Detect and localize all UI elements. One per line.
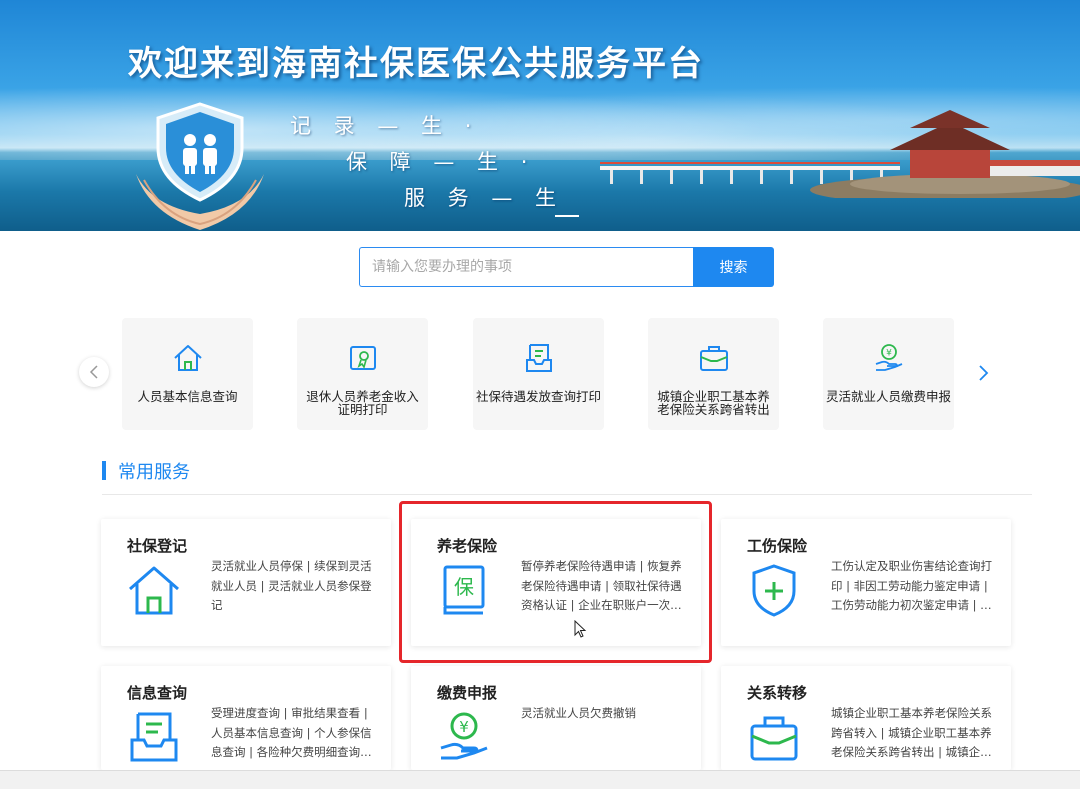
- chevron-right-icon: [979, 365, 989, 381]
- section-title: 常用服务: [118, 462, 190, 483]
- quick-link-label: 人员基本信息查询: [137, 389, 238, 404]
- service-card-transfer[interactable]: 关系转移 城镇企业职工基本养老保险关系跨省转入 | 城镇企业职工基本养老保险关系…: [721, 666, 1011, 770]
- quick-link-benefit-print[interactable]: 社保待遇发放查询打印: [473, 318, 604, 430]
- document-tray-icon: [525, 344, 552, 372]
- coin-hand-icon: ¥: [875, 344, 902, 371]
- home-icon: [173, 345, 202, 371]
- bottom-scroll-area: [0, 770, 1080, 789]
- section-divider: [102, 494, 1032, 495]
- chevron-left-icon: [89, 365, 98, 379]
- mouse-cursor-icon: [574, 620, 587, 638]
- banner-slogan-serve: 服 务 — 生: [404, 186, 565, 210]
- certificate-icon: [349, 346, 376, 370]
- service-card-work-injury[interactable]: 工伤保险 工伤认定及职业伤害结论查询打印 | 非因工劳动能力鉴定申请 | 工伤劳…: [721, 519, 1011, 646]
- document-tray-icon: [130, 712, 178, 762]
- social-security-logo: [136, 102, 264, 230]
- highlight-frame: [399, 501, 712, 663]
- service-card-title: 社保登记: [127, 537, 188, 555]
- quick-link-pension-certificate[interactable]: 退休人员养老金收入证明打印: [297, 318, 428, 430]
- svg-text:¥: ¥: [459, 718, 469, 736]
- hero-banner: 欢迎来到海南社保医保公共服务平台 记 录 — 生 · 保 障 — 生 · 服 务…: [0, 0, 1080, 231]
- pavilion-image: [810, 110, 1080, 198]
- quick-link-personal-info[interactable]: 人员基本信息查询: [122, 318, 253, 430]
- service-card-title: 工伤保险: [747, 537, 808, 555]
- search-input[interactable]: [359, 247, 693, 287]
- quick-link-label: 城镇企业职工基本养老保险关系跨省转出: [657, 389, 770, 417]
- service-card-description: 工伤认定及职业伤害结论查询打印 | 非因工劳动能力鉴定申请 | 工伤劳动能力初次…: [831, 559, 992, 612]
- service-card-description: 城镇企业职工基本养老保险关系跨省转入 | 城镇企业职工基本养老保险关系跨省转出 …: [831, 706, 992, 759]
- search-bar: 搜索: [359, 247, 774, 287]
- service-card-title: 缴费申报: [437, 684, 498, 702]
- carousel-prev-button[interactable]: [79, 357, 109, 387]
- quick-link-pension-transfer-out[interactable]: 城镇企业职工基本养老保险关系跨省转出: [648, 318, 779, 430]
- banner-slogan-protect: 保 障 — 生 ·: [346, 150, 536, 174]
- search-button[interactable]: 搜索: [693, 247, 774, 287]
- banner-slogan-record: 记 录 — 生 ·: [290, 114, 480, 138]
- service-card-description: 灵活就业人员欠费撤销: [521, 706, 636, 720]
- service-card-description: 受理进度查询 | 审批结果查看 | 人员基本信息查询 | 个人参保信息查询 | …: [211, 706, 372, 759]
- carousel-next-button[interactable]: [970, 360, 996, 386]
- service-card-description: 灵活就业人员停保 | 续保到灵活就业人员 | 灵活就业人员参保登记: [211, 559, 372, 612]
- service-card-registration[interactable]: 社保登记 灵活就业人员停保 | 续保到灵活就业人员 | 灵活就业人员参保登记: [101, 519, 391, 646]
- quick-link-label: 灵活就业人员缴费申报: [825, 389, 951, 404]
- shield-plus-icon: [752, 564, 796, 617]
- service-card-title: 关系转移: [747, 684, 808, 702]
- quick-link-flexible-payment[interactable]: ¥ 灵活就业人员缴费申报: [823, 318, 954, 430]
- section-marker: [102, 461, 106, 480]
- banner-title: 欢迎来到海南社保医保公共服务平台: [128, 44, 704, 84]
- svg-text:¥: ¥: [886, 349, 892, 359]
- coin-hand-icon: ¥: [440, 712, 488, 760]
- home-icon: [129, 566, 179, 615]
- quick-link-label: 退休人员养老金收入证明打印: [306, 389, 419, 417]
- quick-link-label: 社保待遇发放查询打印: [475, 389, 601, 404]
- briefcase-icon: [750, 716, 798, 761]
- banner-divider: [555, 215, 579, 217]
- service-card-title: 信息查询: [127, 684, 188, 702]
- briefcase-icon: [699, 346, 728, 371]
- service-card-info-query[interactable]: 信息查询 受理进度查询 | 审批结果查看 | 人员基本信息查询 | 个人参保信息…: [101, 666, 391, 770]
- service-card-payment[interactable]: 缴费申报 ¥ 灵活就业人员欠费撤销: [411, 666, 701, 770]
